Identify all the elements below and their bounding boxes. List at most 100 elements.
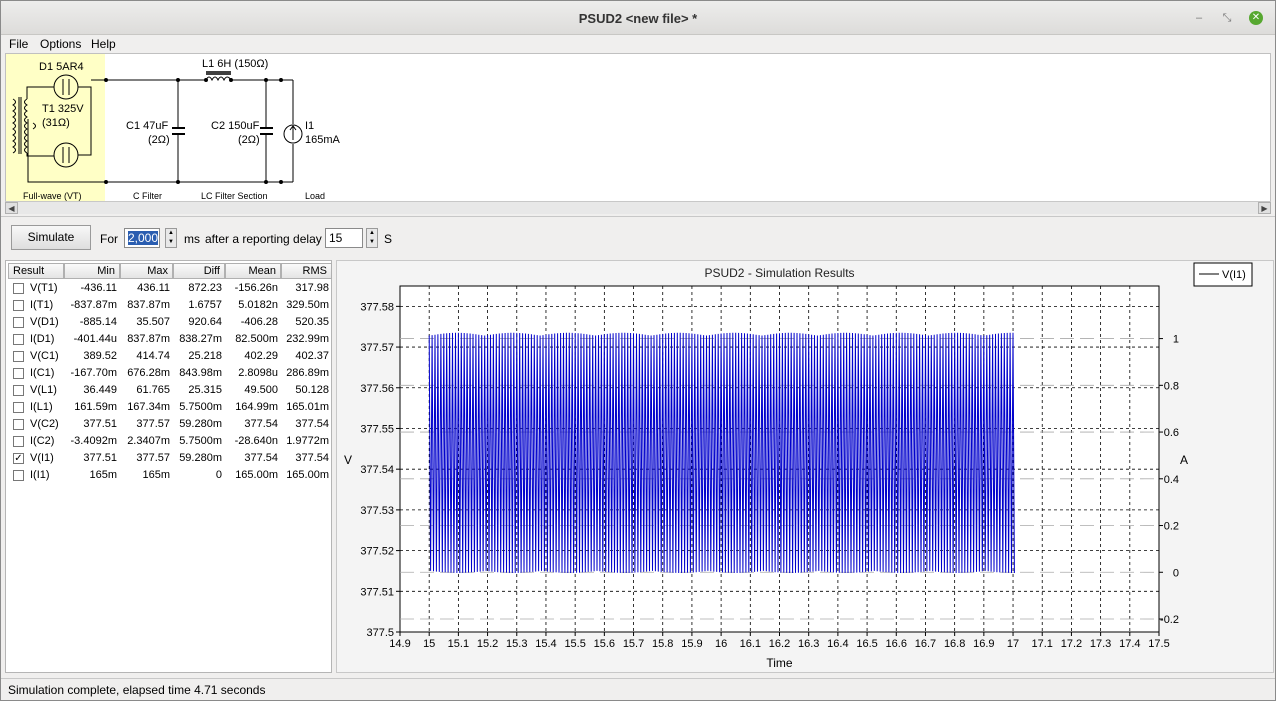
max-cell: 837.87m: [127, 299, 170, 311]
table-row[interactable]: I(T1) -837.87m 837.87m 1.6757 5.0182n 329.50m: [8, 297, 332, 314]
schematic-panel: D1 5AR4 T1 325V (31Ω) Full-wave (VT) C1 …: [5, 53, 1271, 214]
max-cell: 676.28m: [127, 367, 170, 379]
result-cell: I(C1): [8, 365, 64, 382]
result-checkbox[interactable]: [13, 470, 24, 481]
max-cell: 35.507: [136, 316, 170, 328]
table-row[interactable]: I(I1) 165m 165m 0 165.00m 165.00m: [8, 467, 332, 484]
x-tick-label: 15: [423, 638, 435, 650]
maximize-icon[interactable]: ⤡: [1220, 11, 1234, 25]
scroll-left-icon[interactable]: ◀: [5, 202, 18, 214]
scroll-right-icon[interactable]: ▶: [1258, 202, 1271, 214]
rms-cell: 232.99m: [286, 333, 329, 345]
table-row[interactable]: I(L1) 161.59m 167.34m 5.7500m 164.99m 165.01m: [8, 399, 332, 416]
x-tick-label: 15.2: [477, 638, 498, 650]
result-name: I(C1): [30, 367, 55, 379]
table-row[interactable]: ✓ V(I1) 377.51 377.57 59.280m 377.54 377.54: [8, 450, 332, 467]
result-name: I(I1): [30, 469, 50, 481]
result-checkbox[interactable]: [13, 317, 24, 328]
diff-cell: 59.280m: [179, 418, 222, 430]
schematic-scrollbar[interactable]: ◀ ▶: [5, 201, 1271, 214]
column-header-mean[interactable]: Mean: [225, 263, 281, 279]
min-cell: 36.449: [83, 384, 117, 396]
result-checkbox[interactable]: ✓: [13, 453, 24, 464]
diff-cell: 5.7500m: [179, 401, 222, 413]
transformer-resistance: (31Ω): [42, 117, 70, 129]
min-cell: 161.59m: [74, 401, 117, 413]
rms-cell: 377.54: [295, 418, 329, 430]
diff-cell: 920.64: [188, 316, 222, 328]
duration-input[interactable]: 2,000: [124, 228, 160, 248]
delay-spinner[interactable]: ▲ ▼: [366, 228, 378, 248]
diff-cell: 59.280m: [179, 452, 222, 464]
y-tick-label: 377.57: [360, 342, 394, 354]
result-cell: V(C2): [8, 416, 64, 433]
table-row[interactable]: V(C2) 377.51 377.57 59.280m 377.54 377.54: [8, 416, 332, 433]
menu-bar: File Options Help: [1, 35, 1275, 53]
table-row[interactable]: V(D1) -885.14 35.507 920.64 -406.28 520.35: [8, 314, 332, 331]
menu-options[interactable]: Options: [40, 37, 81, 51]
table-row[interactable]: I(C1) -167.70m 676.28m 843.98m 2.8098u 286.89…: [8, 365, 332, 382]
result-checkbox[interactable]: [13, 368, 24, 379]
close-icon[interactable]: ✕: [1249, 11, 1263, 25]
status-text: Simulation complete, elapsed time 4.71 s…: [8, 683, 266, 697]
table-row[interactable]: V(T1) -436.11 436.11 872.23 -156.26n 317.98: [8, 280, 332, 297]
x-tick-label: 15.6: [594, 638, 615, 650]
current-source-symbol[interactable]: [283, 124, 303, 144]
column-header-diff[interactable]: Diff: [173, 263, 225, 279]
l1-label: L1 6H (150Ω): [202, 58, 268, 70]
table-row[interactable]: I(D1) -401.44u 837.87m 838.27m 82.500m 232.99…: [8, 331, 332, 348]
duration-spinner[interactable]: ▲ ▼: [165, 228, 177, 248]
mean-cell: 377.54: [244, 418, 278, 430]
table-row[interactable]: I(C2) -3.4092m 2.3407m 5.7500m -28.640n 1.977…: [8, 433, 332, 450]
result-checkbox[interactable]: [13, 402, 24, 413]
c2-capacitor-symbol[interactable]: [260, 127, 273, 135]
diff-cell: 5.7500m: [179, 435, 222, 447]
transformer-label: T1 325V: [42, 103, 84, 115]
result-checkbox[interactable]: [13, 385, 24, 396]
y2-tick-label: 0.8: [1164, 380, 1179, 392]
x-tick-label: 16: [715, 638, 727, 650]
c1-capacitor-symbol[interactable]: [172, 127, 185, 135]
delay-input[interactable]: 15: [325, 228, 363, 248]
result-cell: V(T1): [8, 280, 64, 297]
y2-tick-label: 0.6: [1164, 427, 1179, 439]
y-tick-label: 377.58: [360, 301, 394, 313]
result-checkbox[interactable]: [13, 283, 24, 294]
x-tick-label: 16.5: [856, 638, 877, 650]
c2-label: C2 150uF: [211, 120, 260, 132]
x-tick-label: 16.8: [944, 638, 965, 650]
result-name: V(T1): [30, 282, 58, 294]
menu-file[interactable]: File: [9, 37, 28, 51]
ms-label: ms: [184, 232, 200, 246]
result-checkbox[interactable]: [13, 436, 24, 447]
y-tick-label: 377.52: [360, 546, 394, 558]
c-filter-section-label: C Filter: [133, 191, 162, 201]
simulate-button[interactable]: Simulate: [11, 225, 91, 250]
min-cell: -885.14: [79, 316, 117, 328]
table-row[interactable]: V(L1) 36.449 61.765 25.315 49.500 50.128: [8, 382, 332, 399]
inductor-symbol[interactable]: [205, 71, 232, 82]
results-table: Result Min Max Diff Mean RMS V(T1) -436.1…: [5, 260, 332, 673]
column-header-max[interactable]: Max: [120, 263, 173, 279]
result-checkbox[interactable]: [13, 334, 24, 345]
diff-cell: 25.315: [188, 384, 222, 396]
rms-cell: 377.54: [295, 452, 329, 464]
x-tick-label: 17.2: [1061, 638, 1082, 650]
column-header-result[interactable]: Result: [8, 263, 64, 279]
minimize-icon[interactable]: ‒: [1192, 11, 1206, 25]
simulation-toolbar: Simulate For 2,000 ▲ ▼ ms after a reporti…: [1, 223, 1275, 255]
column-header-rms[interactable]: RMS: [281, 263, 332, 279]
result-checkbox[interactable]: [13, 351, 24, 362]
y2-tick-label: 0.2: [1164, 521, 1179, 533]
column-header-min[interactable]: Min: [64, 263, 120, 279]
load-value: 165mA: [305, 134, 341, 146]
result-checkbox[interactable]: [13, 300, 24, 311]
menu-help[interactable]: Help: [91, 37, 116, 51]
x-tick-label: 17.1: [1032, 638, 1053, 650]
rms-cell: 317.98: [295, 282, 329, 294]
table-row[interactable]: V(C1) 389.52 414.74 25.218 402.29 402.37: [8, 348, 332, 365]
result-checkbox[interactable]: [13, 419, 24, 430]
result-name: V(D1): [30, 316, 59, 328]
y2-tick-label: 0: [1173, 567, 1179, 579]
mean-cell: 377.54: [244, 452, 278, 464]
